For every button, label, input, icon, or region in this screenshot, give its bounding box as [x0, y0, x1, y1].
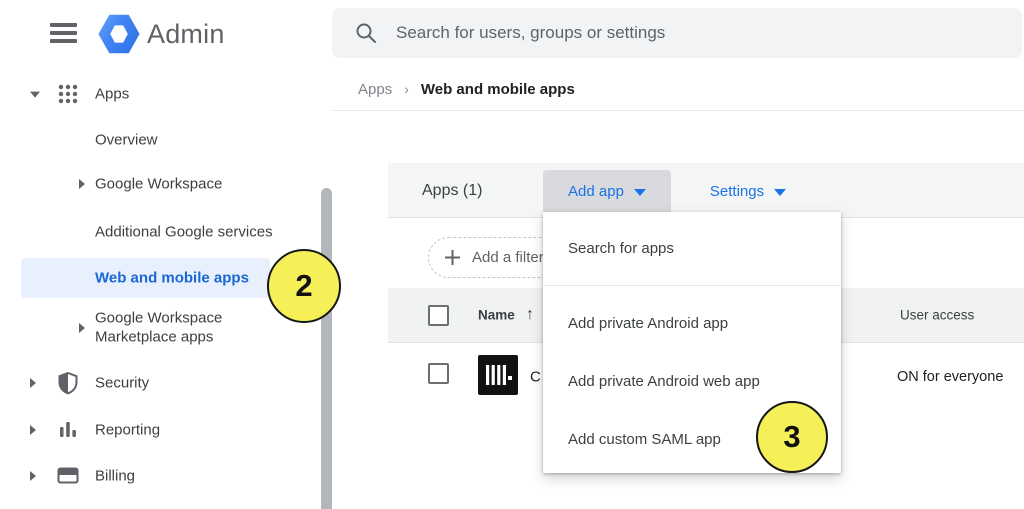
column-header-name[interactable]: Name: [478, 308, 515, 323]
sidebar-item-label: Additional Google services: [95, 224, 273, 241]
annotation-step-2: 2: [267, 249, 341, 323]
sort-ascending-icon[interactable]: ↑: [526, 306, 534, 324]
caret-down-icon: [774, 189, 786, 196]
caret-right-icon: [30, 378, 36, 388]
sidebar-item-billing[interactable]: Billing: [0, 462, 332, 490]
user-access-value: ON for everyone: [897, 369, 1003, 385]
sidebar-item-label: Apps: [95, 86, 129, 103]
sidebar-item-reporting[interactable]: Reporting: [0, 416, 332, 444]
app-name: C: [530, 369, 541, 386]
sidebar-scrollbar[interactable]: [321, 188, 332, 509]
caret-right-icon: [79, 323, 85, 333]
caret-right-icon: [30, 425, 36, 435]
breadcrumb-separator-icon: ›: [404, 81, 409, 97]
brand-title: Admin: [147, 19, 225, 50]
add-filter-label: Add a filter: [472, 249, 544, 266]
row-checkbox[interactable]: [428, 363, 449, 384]
sidebar-item-label: Web and mobile apps: [95, 270, 249, 287]
caret-down-icon: [30, 92, 40, 98]
sidebar-item-label: Billing: [95, 468, 135, 485]
add-app-button-label: Add app: [568, 183, 624, 200]
sidebar-item-label: Security: [95, 375, 149, 392]
annotation-step-3: 3: [756, 401, 828, 473]
select-all-checkbox[interactable]: [428, 305, 449, 326]
sidebar-item-additional-google-services[interactable]: Additional Google services: [0, 218, 332, 246]
sidebar-item-apps[interactable]: Apps: [0, 80, 332, 108]
add-app-button[interactable]: Add app: [543, 170, 671, 212]
menu-icon[interactable]: [50, 23, 77, 44]
shield-icon: [56, 371, 80, 395]
column-header-user-access[interactable]: User access: [900, 308, 974, 323]
breadcrumb-parent[interactable]: Apps: [358, 81, 392, 98]
search-input[interactable]: [396, 8, 996, 58]
panel-title: Apps (1): [422, 182, 482, 200]
sidebar-item-overview[interactable]: Overview: [0, 126, 332, 154]
breadcrumb: Apps › Web and mobile apps: [358, 81, 575, 98]
sidebar-item-label: Reporting: [95, 422, 160, 439]
bar-chart-icon: [56, 418, 80, 442]
caret-right-icon: [79, 179, 85, 189]
sidebar-item-security[interactable]: Security: [0, 369, 332, 397]
caret-down-icon: [634, 189, 646, 196]
apps-grid-icon: [56, 82, 80, 106]
divider: [332, 110, 1024, 111]
sidebar-item-google-workspace[interactable]: Google Workspace: [0, 170, 332, 198]
app-logo-icon: [478, 355, 518, 395]
admin-logo-icon: [98, 14, 140, 54]
plus-icon: [444, 249, 461, 266]
sidebar-item-label: Google Workspace: [95, 176, 222, 193]
menu-item-add-private-android-app[interactable]: Add private Android app: [543, 294, 841, 352]
credit-card-icon: [56, 464, 80, 488]
caret-right-icon: [30, 471, 36, 481]
breadcrumb-current: Web and mobile apps: [421, 81, 575, 98]
google-admin-console: Admin Apps Overview Google Workspace Add…: [0, 0, 1024, 509]
menu-item-search-for-apps[interactable]: Search for apps: [543, 212, 841, 286]
search-bar[interactable]: [332, 8, 1022, 58]
sidebar-item-label: Overview: [95, 132, 158, 149]
settings-button[interactable]: Settings: [700, 170, 796, 212]
sidebar-item-label: Google Workspace Marketplace apps: [95, 309, 270, 347]
settings-button-label: Settings: [710, 183, 764, 200]
